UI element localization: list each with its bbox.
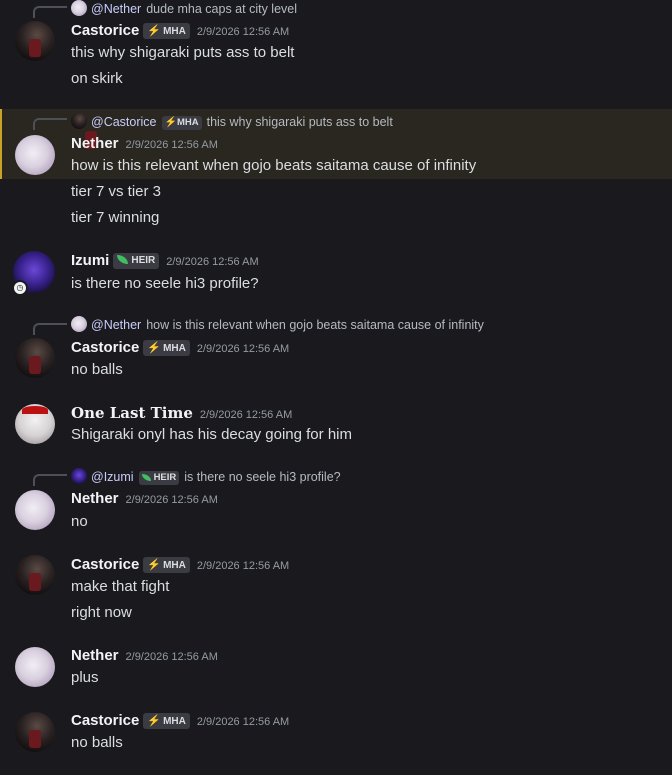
avatar[interactable] bbox=[15, 21, 55, 61]
role-tag[interactable]: ⚡ MHA bbox=[143, 713, 190, 730]
author-row: Castorice ⚡ MHA 2/9/2026 12:56 AM bbox=[71, 712, 290, 730]
reply-text: dude mha caps at city level bbox=[146, 2, 297, 16]
author-row: Nether 2/9/2026 12:56 AM bbox=[71, 490, 218, 507]
lightning-icon: ⚡ bbox=[147, 342, 162, 355]
lightning-icon: ⚡ bbox=[147, 559, 162, 572]
reply-author[interactable]: @Izumi bbox=[91, 470, 134, 484]
role-tag[interactable]: HEIR bbox=[113, 253, 160, 270]
timestamp: 2/9/2026 12:56 AM bbox=[196, 716, 290, 728]
reply-avatar bbox=[71, 113, 87, 129]
reply-text: this why shigaraki puts ass to belt bbox=[206, 115, 393, 129]
author-row: Castorice ⚡ MHA 2/9/2026 12:56 AM bbox=[71, 339, 290, 357]
message-line: Shigaraki onyl has his decay going for h… bbox=[71, 426, 352, 443]
avatar[interactable] bbox=[15, 712, 55, 752]
author-name[interactable]: Nether bbox=[71, 490, 119, 507]
avatar[interactable] bbox=[15, 404, 55, 444]
reply-text: is there no seele hi3 profile? bbox=[184, 470, 341, 484]
message-castorice-3: Castorice ⚡ MHA 2/9/2026 12:56 AM make that… bbox=[0, 554, 672, 626]
reply-preview[interactable]: @Nether dude mha caps at city level bbox=[71, 0, 297, 16]
reply-preview[interactable]: @Castorice ⚡MHA this why shigaraki puts as… bbox=[71, 113, 393, 130]
author-name[interactable]: Nether bbox=[71, 135, 119, 152]
message-castorice-4: Castorice ⚡ MHA 2/9/2026 12:56 AM no balls bbox=[0, 710, 672, 765]
author-row: Castorice ⚡ MHA 2/9/2026 12:56 AM bbox=[71, 22, 290, 40]
reply-spine bbox=[33, 118, 67, 130]
author-name[interactable]: Izumi bbox=[71, 252, 109, 269]
message-line: plus bbox=[71, 669, 99, 686]
message-line: how is this relevant when gojo beats sai… bbox=[71, 157, 477, 174]
author-name[interactable]: Castorice bbox=[71, 22, 139, 39]
message-line: make that fight bbox=[71, 578, 170, 595]
lightning-icon: ⚡ bbox=[147, 715, 162, 728]
role-tag[interactable]: ⚡ MHA bbox=[143, 340, 190, 357]
reply-spine bbox=[33, 323, 67, 335]
leaf-icon bbox=[141, 474, 151, 481]
reply-spine bbox=[33, 6, 67, 18]
avatar[interactable] bbox=[15, 555, 55, 595]
message-line: tier 7 vs tier 3 bbox=[71, 183, 162, 200]
message-nether-2: @Izumi HEIR is there no seele hi3 profile?… bbox=[0, 467, 672, 533]
message-line: is there no seele hi3 profile? bbox=[71, 275, 259, 292]
timestamp: 2/9/2026 12:56 AM bbox=[125, 494, 218, 506]
clock-icon: ◷ bbox=[12, 280, 28, 296]
avatar[interactable] bbox=[15, 490, 55, 530]
reply-role-tag: ⚡MHA bbox=[161, 116, 202, 130]
reply-avatar bbox=[71, 316, 87, 332]
author-name[interactable]: One Last Time bbox=[71, 404, 193, 422]
message-line: on skirk bbox=[71, 70, 123, 87]
reply-preview[interactable]: @Izumi HEIR is there no seele hi3 profile? bbox=[71, 468, 341, 485]
message-castorice-2: @Nether how is this relevant when gojo be… bbox=[0, 316, 672, 382]
message-line: tier 7 winning bbox=[71, 209, 160, 226]
author-name[interactable]: Castorice bbox=[71, 339, 139, 356]
author-row: Izumi HEIR 2/9/2026 12:56 AM bbox=[71, 252, 259, 270]
avatar[interactable] bbox=[15, 647, 55, 687]
message-line: no bbox=[71, 513, 88, 530]
message-castorice-1: @Nether dude mha caps at city level Casto… bbox=[0, 0, 672, 100]
message-izumi: ◷ Izumi HEIR 2/9/2026 12:56 AM is there no… bbox=[0, 250, 672, 300]
reply-avatar bbox=[71, 0, 87, 16]
reply-avatar bbox=[71, 468, 87, 484]
timestamp: 2/9/2026 12:56 AM bbox=[125, 139, 218, 151]
reply-author[interactable]: @Nether bbox=[91, 318, 141, 332]
lightning-icon: ⚡ bbox=[164, 117, 177, 128]
message-line: right now bbox=[71, 604, 132, 621]
author-name[interactable]: Castorice bbox=[71, 712, 139, 729]
reply-text: how is this relevant when gojo beats sai… bbox=[146, 318, 484, 332]
timestamp: 2/9/2026 12:56 AM bbox=[196, 26, 290, 38]
message-line: no balls bbox=[71, 361, 123, 378]
leaf-icon bbox=[117, 255, 129, 265]
reply-preview[interactable]: @Nether how is this relevant when gojo be… bbox=[71, 316, 484, 332]
author-row: Castorice ⚡ MHA 2/9/2026 12:56 AM bbox=[71, 556, 290, 574]
timestamp: 2/9/2026 12:56 AM bbox=[125, 651, 218, 663]
author-name[interactable]: Castorice bbox=[71, 556, 139, 573]
message-line: this why shigaraki puts ass to belt bbox=[71, 44, 295, 61]
author-row: One Last Time 2/9/2026 12:56 AM bbox=[71, 404, 292, 422]
message-nether-3: Nether 2/9/2026 12:56 AM plus bbox=[0, 645, 672, 695]
message-line: no balls bbox=[71, 734, 123, 751]
avatar[interactable] bbox=[15, 338, 55, 378]
lightning-icon: ⚡ bbox=[147, 25, 162, 38]
role-tag[interactable]: ⚡ MHA bbox=[143, 23, 190, 40]
author-row: Nether 2/9/2026 12:56 AM bbox=[71, 647, 218, 664]
role-tag[interactable]: ⚡ MHA bbox=[143, 557, 190, 574]
reply-author[interactable]: @Castorice bbox=[91, 115, 157, 129]
author-row: Nether 2/9/2026 12:56 AM bbox=[71, 135, 218, 152]
reply-author[interactable]: @Nether bbox=[91, 2, 141, 16]
timestamp: 2/9/2026 12:56 AM bbox=[199, 409, 293, 421]
reply-role-tag: HEIR bbox=[138, 471, 180, 485]
avatar[interactable] bbox=[15, 135, 55, 175]
timestamp: 2/9/2026 12:56 AM bbox=[196, 560, 290, 572]
reply-spine bbox=[33, 474, 67, 486]
author-name[interactable]: Nether bbox=[71, 647, 119, 664]
message-one-last-time: One Last Time 2/9/2026 12:56 AM Shigaraki… bbox=[0, 402, 672, 452]
timestamp: 2/9/2026 12:56 AM bbox=[166, 256, 259, 268]
message-nether-highlighted: @Castorice ⚡MHA this why shigaraki puts as… bbox=[0, 109, 672, 179]
timestamp: 2/9/2026 12:56 AM bbox=[196, 343, 290, 355]
